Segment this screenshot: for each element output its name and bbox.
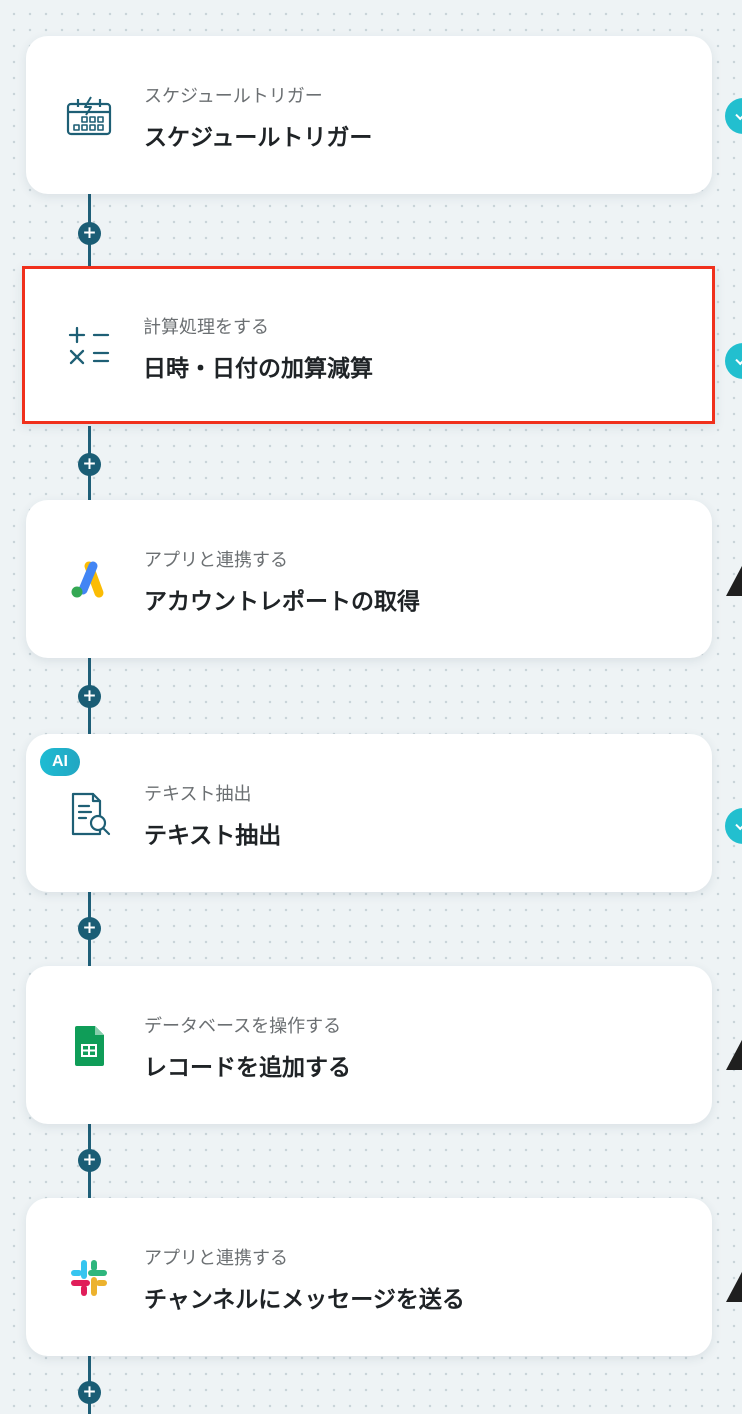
status-check-icon (725, 808, 742, 844)
add-step-button[interactable]: + (78, 453, 101, 476)
step-category: テキスト抽出 (144, 784, 252, 805)
schedule-trigger-icon (62, 89, 116, 143)
google-ads-icon (62, 553, 116, 607)
flow-step-card[interactable]: テキスト抽出 テキスト抽出 (26, 734, 712, 892)
step-title: レコードを追加する (144, 1055, 351, 1081)
step-category: スケジュールトリガー (144, 86, 323, 107)
step-title: アカウントレポートの取得 (144, 589, 420, 615)
ai-badge: AI (40, 748, 80, 776)
step-category: データベースを操作する (144, 1016, 342, 1037)
flow-step-card[interactable]: データベースを操作する レコードを追加する (26, 966, 712, 1124)
step-category: 計算処理をする (143, 317, 269, 338)
status-check-icon (725, 343, 742, 379)
flow-step-card[interactable]: スケジュールトリガー スケジュールトリガー (26, 36, 712, 194)
google-sheets-icon (62, 1019, 116, 1073)
add-step-button[interactable]: + (78, 1149, 101, 1172)
calculator-icon (62, 319, 116, 373)
status-warning-icon (725, 1036, 742, 1072)
flow-step-card[interactable]: アプリと連携する アカウントレポートの取得 (26, 500, 712, 658)
status-warning-icon (725, 1268, 742, 1304)
add-step-button[interactable]: + (78, 917, 101, 940)
add-step-button[interactable]: + (78, 1381, 101, 1404)
step-title: チャンネルにメッセージを送る (144, 1287, 465, 1313)
status-check-icon (725, 98, 742, 134)
step-category: アプリと連携する (144, 550, 288, 571)
step-title: 日時・日付の加算減算 (143, 356, 373, 382)
step-title: テキスト抽出 (144, 823, 282, 849)
add-step-button[interactable]: + (78, 222, 101, 245)
flow-step-card[interactable]: アプリと連携する チャンネルにメッセージを送る (26, 1198, 712, 1356)
step-category: アプリと連携する (144, 1248, 288, 1269)
flow-step-card-selected[interactable]: 計算処理をする 日時・日付の加算減算 (22, 266, 715, 424)
slack-icon (62, 1251, 116, 1305)
step-title: スケジュールトリガー (144, 125, 373, 151)
status-warning-icon (725, 562, 742, 598)
text-extract-icon (62, 787, 116, 841)
add-step-button[interactable]: + (78, 685, 101, 708)
